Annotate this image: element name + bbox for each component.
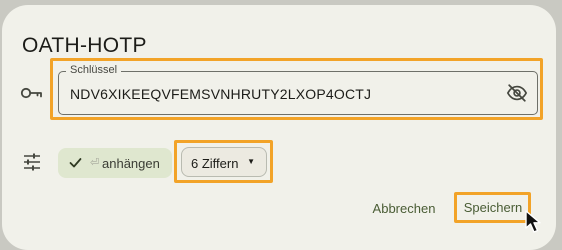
cancel-button[interactable]: Abbrechen	[364, 196, 444, 222]
eye-off-icon[interactable]	[506, 82, 528, 104]
secret-key-label: Schlüssel	[66, 64, 122, 76]
key-icon	[20, 87, 42, 99]
secret-key-field[interactable]: Schlüssel NDV6XIKEEQVFEMSVNHRUTY2LXOP4OC…	[58, 64, 538, 115]
enter-symbol: ⏎	[90, 157, 100, 169]
append-chip-label: anhängen	[102, 156, 160, 171]
check-icon	[69, 158, 82, 168]
tune-icon	[24, 153, 40, 171]
digits-dropdown[interactable]: 6 Ziffern ▼	[181, 147, 267, 177]
digits-dropdown-label: 6 Ziffern	[191, 156, 239, 171]
caret-down-icon: ▼	[247, 157, 255, 166]
secret-key-value[interactable]: NDV6XIKEEQVFEMSVNHRUTY2LXOP4OCTJ	[70, 86, 371, 102]
dialog-title: OATH-HOTP	[22, 34, 147, 57]
save-button[interactable]: Speichern	[458, 196, 528, 220]
append-enter-chip[interactable]: ⏎ anhängen	[58, 148, 172, 178]
mouse-pointer-icon	[525, 210, 541, 233]
